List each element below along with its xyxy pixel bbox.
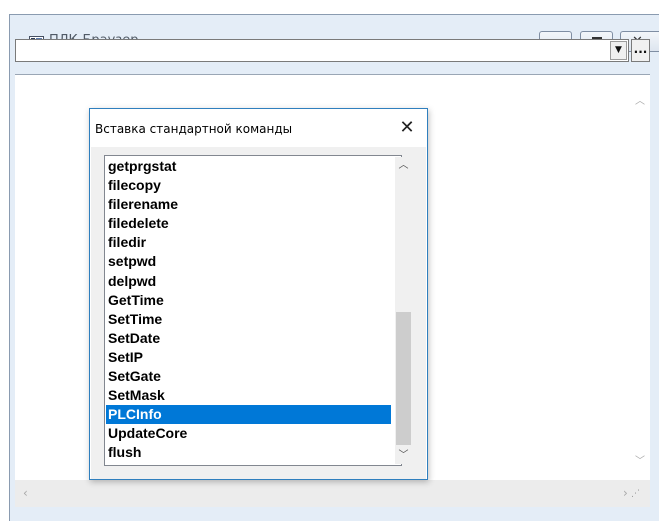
list-item[interactable]: SetDate	[106, 329, 391, 348]
list-item[interactable]: SetTime	[106, 310, 391, 329]
scrollbar-thumb[interactable]	[396, 312, 411, 445]
chevron-down-icon[interactable]: ﹀	[630, 452, 650, 467]
list-item[interactable]: setpwd	[106, 252, 391, 271]
list-item[interactable]: SetIP	[106, 348, 391, 367]
insert-command-dialog: Вставка стандартной команды ✕ getprgstat…	[89, 108, 428, 480]
list-item[interactable]: filerename	[106, 195, 391, 214]
list-item[interactable]: GetTime	[106, 291, 391, 310]
dialog-close-button[interactable]: ✕	[397, 117, 417, 139]
list-item[interactable]: filecopy	[106, 176, 391, 195]
list-item[interactable]: filedelete	[106, 214, 391, 233]
listbox-scrollbar[interactable]: ︿ ﹀	[395, 157, 412, 464]
content-vertical-scrollbar[interactable]: ︿ ﹀	[630, 88, 650, 480]
dialog-title: Вставка стандартной команды	[95, 122, 293, 136]
chevron-down-icon[interactable]: ﹀	[395, 447, 412, 464]
address-combobox[interactable]: ▼	[15, 39, 629, 62]
list-item[interactable]: filedir	[106, 233, 391, 252]
list-item[interactable]: getprgstat	[106, 157, 391, 176]
resize-grip-icon[interactable]: ⋰	[631, 489, 640, 499]
address-dropdown-button[interactable]: ▼	[610, 41, 627, 60]
chevron-up-icon[interactable]: ︿	[395, 157, 412, 174]
chevron-down-icon: ▼	[615, 45, 622, 55]
list-item[interactable]: UpdateCore	[106, 424, 391, 443]
dialog-body: getprgstat filecopy filerename filedelete fi…	[91, 147, 426, 479]
list-item[interactable]: PLCInfo	[106, 405, 391, 425]
list-item[interactable]: delpwd	[106, 272, 391, 291]
browse-button[interactable]: ...	[631, 39, 650, 62]
list-item[interactable]: flush	[106, 443, 391, 462]
command-listbox[interactable]: getprgstat filecopy filerename filedelete fi…	[104, 155, 412, 466]
list-item[interactable]: SetMask	[106, 386, 391, 405]
content-horizontal-scrollbar[interactable]: ‹ ›	[15, 480, 650, 507]
chevron-right-icon[interactable]: ›	[623, 486, 628, 500]
chevron-up-icon[interactable]: ︿	[630, 92, 650, 107]
chevron-left-icon[interactable]: ‹	[23, 486, 28, 500]
command-list: getprgstat filecopy filerename filedelete fi…	[106, 157, 391, 463]
list-item[interactable]: SetGate	[106, 367, 391, 386]
